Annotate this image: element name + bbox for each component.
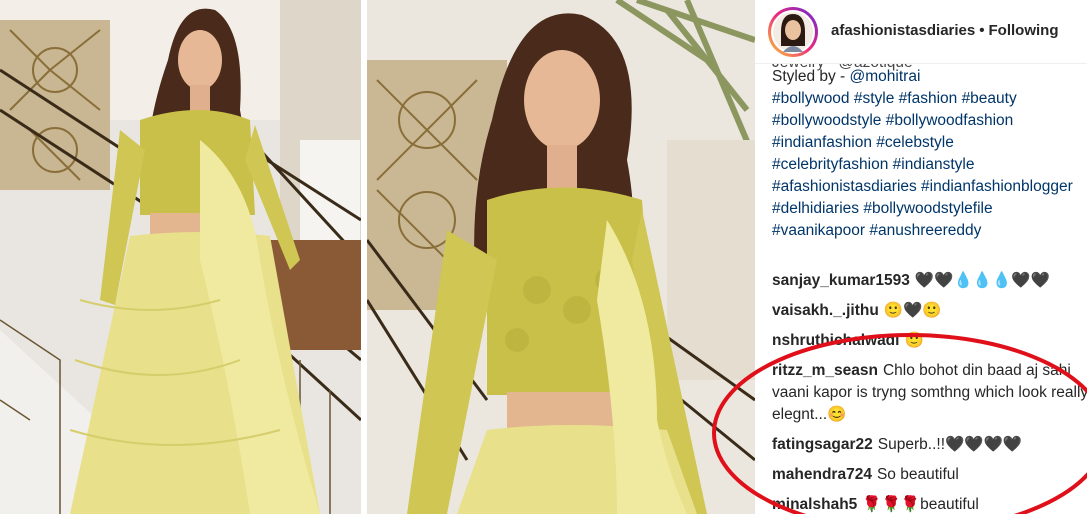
comment-item: nshruthichalwadi 🙂 — [772, 330, 1087, 352]
photo-left-image — [0, 0, 361, 514]
comment-username-link[interactable]: ritzz_m_seasn — [772, 362, 878, 379]
comment-text: 🙂🖤🙂 — [883, 302, 942, 319]
hashtag-line[interactable]: #delhidiaries #bollywoodstylefile — [772, 198, 1087, 220]
comment-username-link[interactable]: vaisakh._.jithu — [772, 302, 879, 319]
comment-item: fatingsagar22 Superb..!!🖤🖤🖤🖤 — [772, 434, 1087, 456]
comment-item: minalshah5 🌹🌹🌹beautiful — [772, 494, 1087, 514]
comment-username-link[interactable]: minalshah5 — [772, 496, 857, 513]
post-sidebar: afashionistasdiaries•Following Jewelry -… — [755, 0, 1087, 514]
hashtag-line[interactable]: #bollywood #style #fashion #beauty — [772, 88, 1087, 110]
post-caption: Jewelry - @azotique Styled by - @mohitra… — [772, 54, 1087, 242]
comment-text: 🙂 — [904, 332, 924, 349]
following-button[interactable]: Following — [989, 22, 1059, 39]
comment-text: Superb..!!🖤🖤🖤🖤 — [877, 436, 1023, 453]
post-header-text: afashionistasdiaries • Following — [831, 22, 1058, 39]
hashtag-line[interactable]: #afashionistasdiaries #indianfashionblog… — [772, 176, 1087, 198]
post-photo-right[interactable] — [367, 0, 755, 514]
post-photo-left[interactable] — [0, 0, 361, 514]
comment-item: vaisakh._.jithu 🙂🖤🙂 — [772, 300, 1087, 322]
comment-item: ritzz_m_seasn Chlo bohot din baad aj sahi… — [772, 360, 1087, 426]
hashtag-line[interactable]: #vaanikapoor #anushreereddy — [772, 220, 1087, 242]
comment-item: mahendra724 So beautiful — [772, 464, 1087, 486]
comment-text: 🖤🖤💧💧💧🖤🖤 — [914, 272, 1050, 289]
hashtag-line[interactable]: #bollywoodstyle #bollywoodfashion — [772, 110, 1087, 132]
comment-username-link[interactable]: fatingsagar22 — [772, 436, 873, 453]
comment-text: 🌹🌹🌹beautiful — [862, 496, 979, 513]
comment-username-link[interactable]: sanjay_kumar1593 — [772, 272, 910, 289]
comment-username-link[interactable]: nshruthichalwadi — [772, 332, 899, 349]
hashtag-line[interactable]: #celebrityfashion #indianstyle — [772, 154, 1087, 176]
hashtag-line[interactable]: #indianfashion #celebstyle — [772, 132, 1087, 154]
post-header: afashionistasdiaries • Following — [755, 0, 1087, 64]
profile-avatar-icon[interactable] — [767, 6, 819, 58]
header-separator: • — [979, 22, 985, 39]
username-link[interactable]: afashionistasdiaries — [831, 22, 975, 39]
comment-text: So beautiful — [876, 466, 959, 483]
comment-list: sanjay_kumar1593 🖤🖤💧💧💧🖤🖤 vaisakh._.jithu 🙂… — [772, 270, 1087, 514]
comment-item: sanjay_kumar1593 🖤🖤💧💧💧🖤🖤 — [772, 270, 1087, 292]
photo-right-image — [367, 0, 755, 514]
comment-username-link[interactable]: mahendra724 — [772, 466, 872, 483]
